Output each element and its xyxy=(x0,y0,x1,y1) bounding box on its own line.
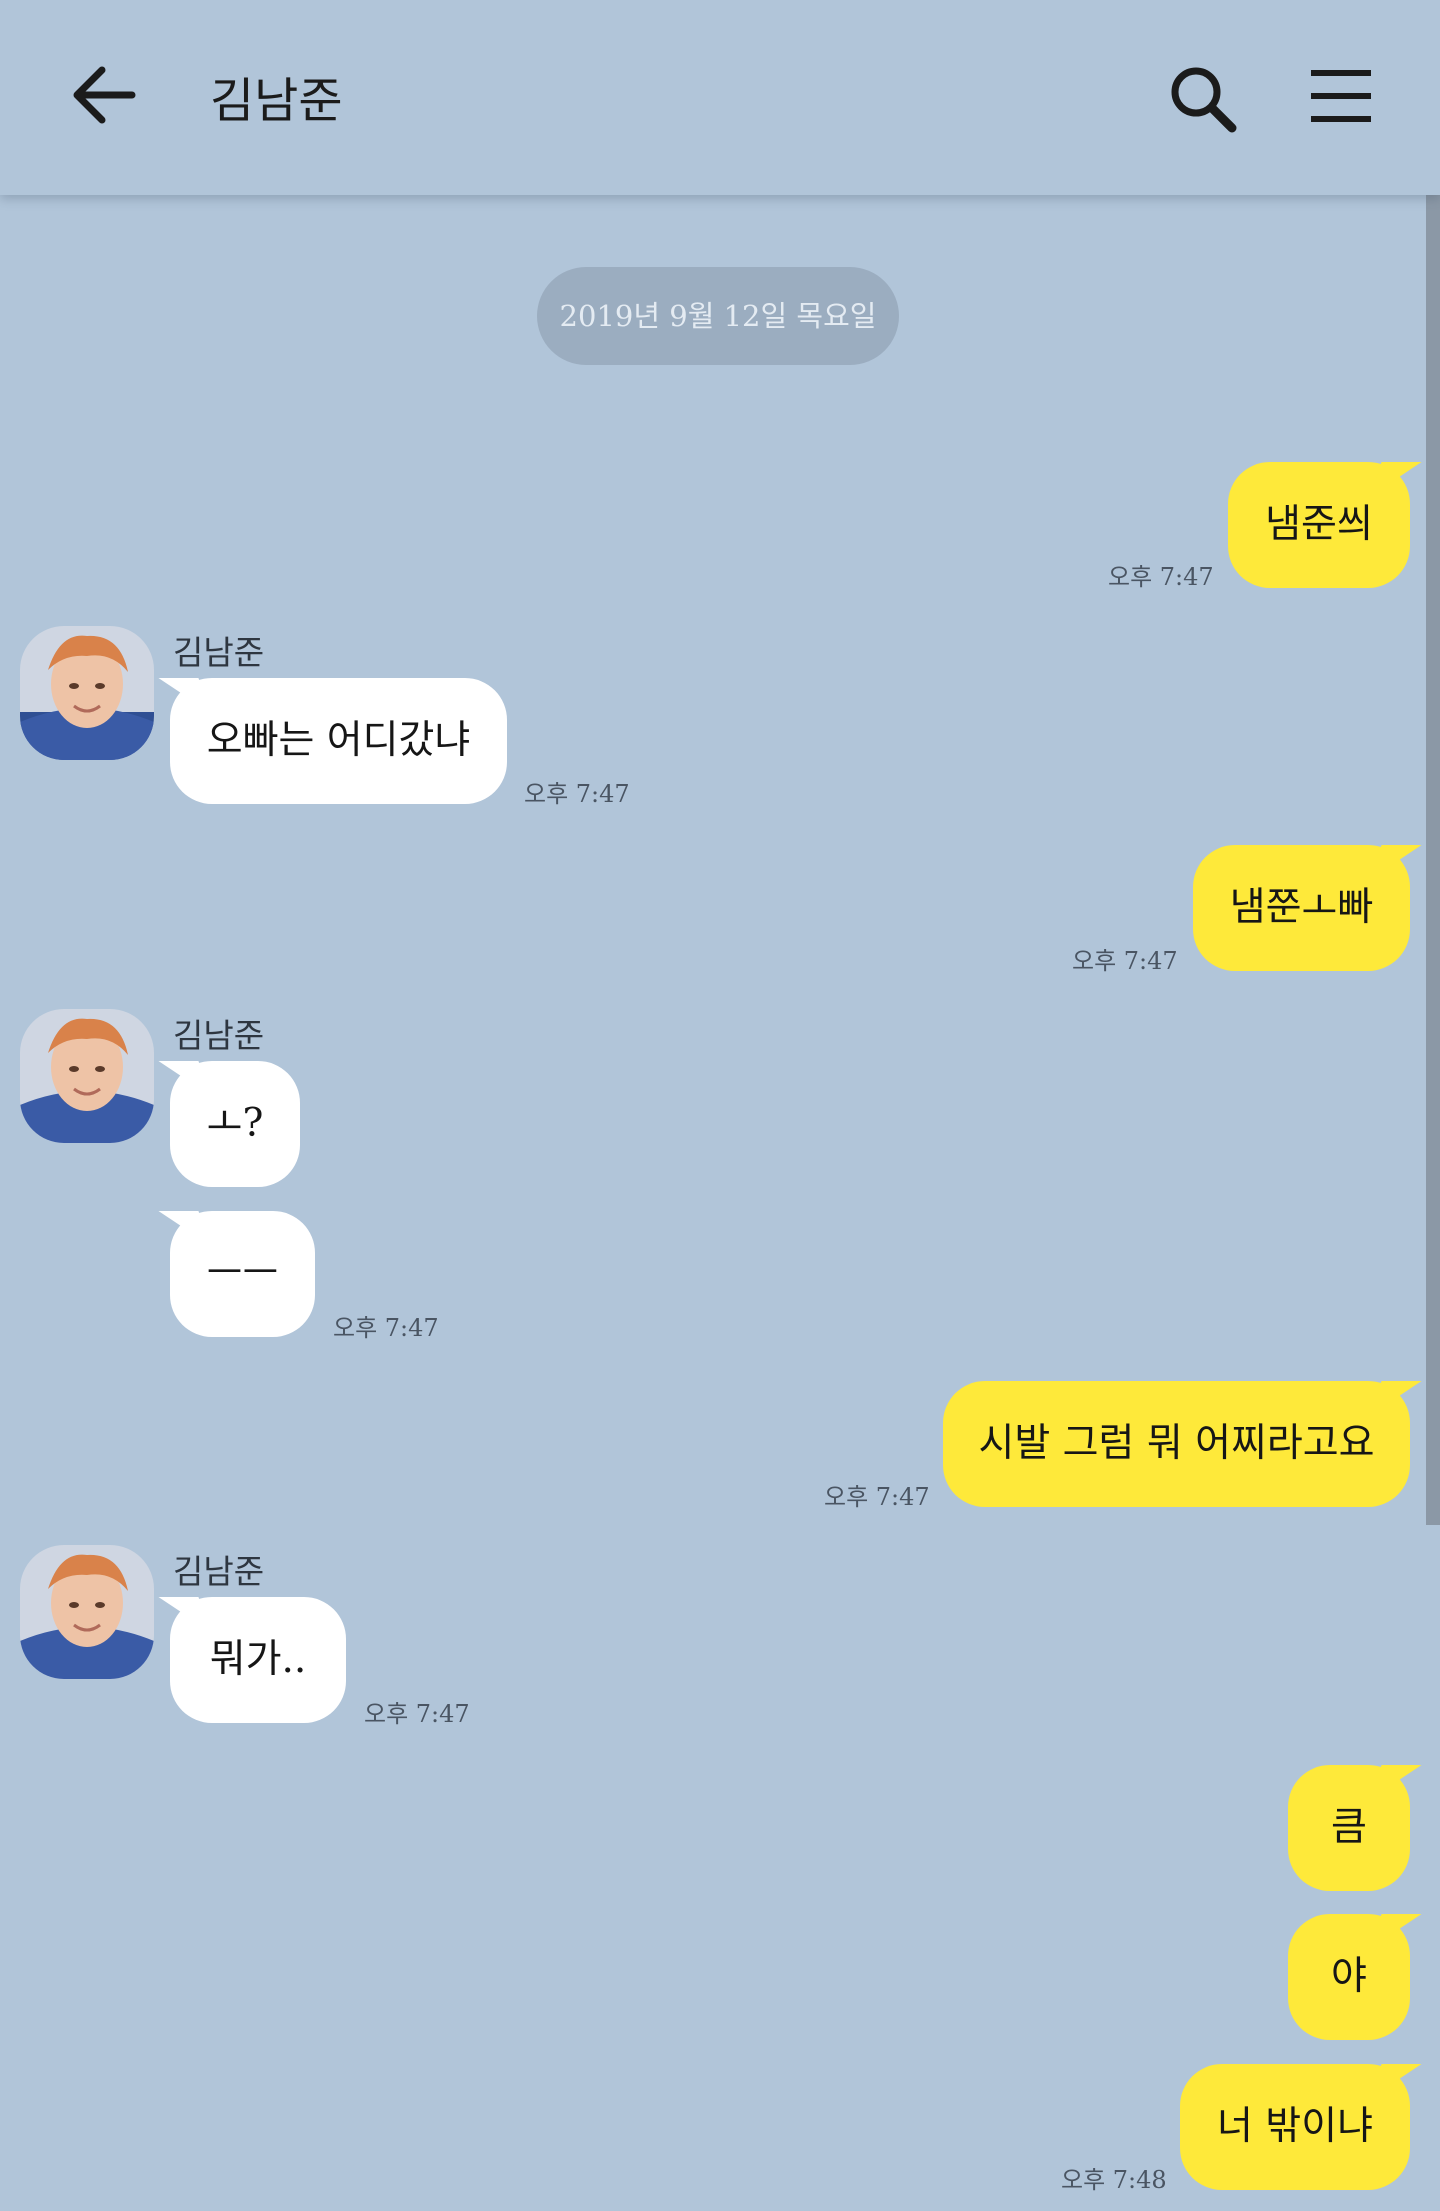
sender-name: 김남준 xyxy=(173,633,265,672)
avatar[interactable] xyxy=(20,626,154,760)
avatar-image xyxy=(20,1009,154,1143)
message-text: 오빠는 어디갔냐 xyxy=(206,718,471,763)
sender-name: 김남준 xyxy=(173,1552,265,1591)
chat-title: 김남준 xyxy=(210,73,343,129)
message-time: 오후 7:48 xyxy=(1061,2166,1167,2194)
menu-icon[interactable] xyxy=(1308,66,1374,126)
their-message-bubble[interactable]: 뭐가.. xyxy=(170,1597,346,1723)
date-separator: 2019년 9월 12일 목요일 xyxy=(537,267,899,365)
message-time: 오후 7:47 xyxy=(333,1314,439,1342)
my-message-bubble[interactable]: 큼 xyxy=(1288,1765,1410,1891)
their-message-bubble[interactable]: ㅗ? xyxy=(170,1061,300,1187)
their-message-bubble[interactable]: 오빠는 어디갔냐 xyxy=(170,678,507,804)
message-text: 냄준씌 xyxy=(1265,502,1373,547)
my-message-bubble[interactable]: 냄쭌ㅗ빠 xyxy=(1193,845,1410,971)
message-text: 냄쭌ㅗ빠 xyxy=(1229,885,1374,930)
scrollbar[interactable] xyxy=(1426,195,1440,1525)
message-text: 큼 xyxy=(1331,1805,1367,1850)
back-arrow-icon[interactable] xyxy=(66,58,140,132)
their-message-bubble[interactable]: ㅡㅡ xyxy=(170,1211,315,1337)
message-time: 오후 7:47 xyxy=(1072,947,1178,975)
message-text: 뭐가.. xyxy=(209,1637,307,1682)
avatar[interactable] xyxy=(20,1009,154,1143)
avatar[interactable] xyxy=(20,1545,154,1679)
my-message-bubble[interactable]: 냄준씌 xyxy=(1228,462,1410,588)
my-message-bubble[interactable]: 너 밖이냐 xyxy=(1180,2064,1410,2190)
my-message-bubble[interactable]: 야 xyxy=(1288,1914,1410,2040)
message-time: 오후 7:47 xyxy=(1108,563,1214,591)
message-time: 오후 7:47 xyxy=(364,1700,470,1728)
avatar-image xyxy=(20,1545,154,1679)
avatar-image xyxy=(20,626,154,760)
my-message-bubble[interactable]: 시발 그럼 뭐 어찌라고요 xyxy=(943,1381,1410,1507)
sender-name: 김남준 xyxy=(173,1016,265,1055)
message-text: 야 xyxy=(1331,1954,1367,1999)
message-text: 너 밖이냐 xyxy=(1217,2104,1373,2149)
message-text: ㅗ? xyxy=(206,1101,264,1146)
message-text: ㅡㅡ xyxy=(206,1251,279,1296)
message-text: 시발 그럼 뭐 어찌라고요 xyxy=(978,1421,1375,1466)
search-icon[interactable] xyxy=(1166,62,1240,136)
chat-header: 김남준 xyxy=(0,0,1440,195)
message-time: 오후 7:47 xyxy=(524,780,630,808)
message-time: 오후 7:47 xyxy=(824,1483,930,1511)
